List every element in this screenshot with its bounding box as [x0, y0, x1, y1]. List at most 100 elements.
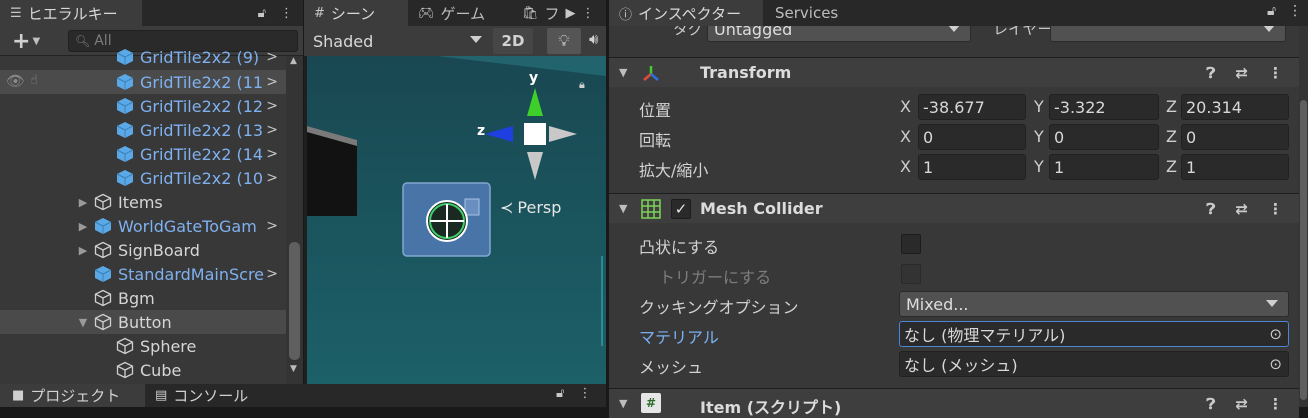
layer-dropdown[interactable] — [1050, 26, 1286, 42]
item-script-header[interactable]: ▼ # Item (スクリプト) ❓︎ ⇄ ⋮ — [609, 388, 1299, 418]
chevron-right-icon[interactable]: > — [266, 49, 278, 65]
tab-asset-store[interactable]: 🛍︎ フ ▶ ⋮ — [512, 0, 606, 26]
collapse-triangle-icon[interactable]: ▼ — [619, 202, 627, 215]
rotation-y-field[interactable]: 0 — [1049, 124, 1159, 150]
tab-console[interactable]: ▤ コンソール — [155, 384, 248, 407]
chevron-right-icon[interactable]: > — [266, 266, 278, 282]
tab-game[interactable]: 🎮︎ ゲーム — [408, 0, 512, 26]
mesh-collider-header[interactable]: ▼ ✓ Mesh Collider ❓︎ ⇄ ⋮ — [609, 193, 1299, 223]
audio-toggle-icon[interactable]: 🔊︎ — [589, 30, 598, 48]
list-item[interactable]: ▶ WorldGateToGam > — [0, 214, 286, 238]
object-picker-icon[interactable]: ⊙ — [1269, 325, 1282, 343]
list-item[interactable]: Cube — [0, 358, 286, 382]
scale-y-field[interactable]: 1 — [1049, 154, 1159, 180]
2d-toggle-button[interactable]: 2D — [493, 28, 533, 54]
mesh-object-field[interactable]: なし (メッシュ) ⊙ — [899, 351, 1289, 377]
tab-scene[interactable]: # シーン — [304, 0, 408, 26]
tab-project[interactable]: ■ プロジェクト — [0, 384, 145, 407]
tag-dropdown[interactable]: Untagged — [707, 26, 971, 42]
chevron-right-icon[interactable]: > — [266, 170, 278, 186]
pickable-hand-icon[interactable]: ☝︎ — [30, 73, 38, 88]
list-item[interactable]: GridTile2x2 (14 > — [0, 142, 286, 166]
visibility-eye-icon[interactable]: 👁︎ — [6, 72, 25, 90]
transform-header-icons: ❓︎ ⇄ ⋮ — [1206, 64, 1283, 82]
lightbulb-icon: 💡︎ — [558, 31, 570, 50]
lock-icon[interactable]: 🔓︎ — [556, 386, 564, 401]
list-item[interactable]: 👁︎ ☝︎ GridTile2x2 (11 > — [0, 70, 286, 94]
chevron-right-icon[interactable]: > — [266, 146, 278, 162]
mesh-collider-enabled-checkbox[interactable]: ✓ — [671, 199, 691, 219]
expand-triangle-icon[interactable]: ▶ — [76, 196, 90, 209]
list-item[interactable]: GridTile2x2 (10 > — [0, 166, 286, 190]
inspector-tab-controls: 🔓︎ ⋮ — [1267, 3, 1302, 19]
material-object-field[interactable]: なし (物理マテリアル) ⊙ — [899, 321, 1289, 347]
perspective-toggle[interactable]: ≺ Persp — [500, 198, 561, 217]
position-z-field[interactable]: 20.314 — [1181, 94, 1289, 120]
more-menu-icon[interactable]: ⋮ — [582, 6, 595, 21]
item-script-header-icons: ❓︎ ⇄ ⋮ — [1206, 395, 1283, 413]
list-item[interactable]: Sphere — [0, 334, 286, 358]
transform-header[interactable]: ▼ Transform ❓︎ ⇄ ⋮ — [609, 57, 1299, 87]
list-item[interactable]: GridTile2x2 (12 > — [0, 94, 286, 118]
help-icon[interactable]: ❓︎ — [1206, 200, 1215, 218]
preset-sliders-icon[interactable]: ⇄ — [1235, 64, 1248, 82]
position-x-field[interactable]: -38.677 — [918, 94, 1026, 120]
tab-hierarchy[interactable]: ☰ ヒエラルキー — [0, 0, 142, 26]
scale-x-field[interactable]: 1 — [918, 154, 1026, 180]
list-item[interactable]: ▼ Button — [0, 310, 286, 334]
list-item[interactable]: Bgm — [0, 286, 286, 310]
list-item[interactable]: ▶ Items — [0, 190, 286, 214]
more-menu-icon[interactable]: ⋮ — [1288, 3, 1302, 19]
mesh-label: メッシュ — [639, 358, 704, 377]
more-menu-icon[interactable]: ⋮ — [1268, 64, 1283, 82]
shading-mode-dropdown[interactable]: Shaded — [304, 26, 486, 56]
chevron-right-icon[interactable]: > — [266, 98, 278, 114]
chevron-right-icon[interactable]: > — [266, 122, 278, 138]
convex-checkbox[interactable] — [901, 234, 921, 254]
scrollbar-thumb[interactable] — [1300, 100, 1307, 400]
chevron-right-icon[interactable]: > — [266, 218, 278, 234]
chevron-right-icon[interactable]: > — [266, 74, 278, 90]
lock-icon[interactable]: 🔓︎ — [1267, 3, 1276, 19]
hierarchy-scrollbar[interactable]: ▲ ▼ — [286, 56, 303, 384]
inspector-scrollbar[interactable] — [1299, 26, 1308, 407]
position-z-axis: Z — [1166, 97, 1177, 116]
more-menu-icon[interactable]: ⋮ — [1268, 395, 1283, 413]
rotation-z-field[interactable]: 0 — [1181, 124, 1289, 150]
tab-services[interactable]: Services — [765, 0, 875, 26]
scale-y-axis: Y — [1034, 157, 1044, 176]
tab-inspector[interactable]: ⓘ インスペクター — [609, 0, 763, 26]
scale-z-field[interactable]: 1 — [1181, 154, 1289, 180]
rotation-x-field[interactable]: 0 — [918, 124, 1026, 150]
preset-sliders-icon[interactable]: ⇄ — [1235, 200, 1248, 218]
scene-viewport[interactable]: y z 🔒︎ ≺ Persp — [307, 56, 606, 384]
position-y-field[interactable]: -3.322 — [1049, 94, 1159, 120]
lighting-toggle-button[interactable]: 💡︎ — [547, 28, 581, 54]
help-icon[interactable]: ❓︎ — [1206, 395, 1215, 413]
collapse-triangle-icon[interactable]: ▼ — [619, 397, 627, 410]
object-picker-icon[interactable]: ⊙ — [1269, 355, 1282, 373]
scrollbar-thumb[interactable] — [289, 242, 300, 360]
scroll-up-icon[interactable]: ▲ — [290, 56, 297, 66]
scroll-down-icon[interactable]: ▼ — [290, 364, 297, 374]
help-icon[interactable]: ❓︎ — [1206, 64, 1215, 82]
gameobject-cube-icon — [94, 193, 112, 211]
console-icon: ▤ — [155, 388, 168, 403]
more-menu-icon[interactable]: ⋮ — [578, 386, 591, 401]
list-item[interactable]: StandardMainScre > — [0, 262, 286, 286]
list-item[interactable]: ▶ SignBoard — [0, 238, 286, 262]
list-item[interactable]: GridTile2x2 (9) > — [0, 46, 286, 68]
more-menu-icon[interactable]: ⋮ — [280, 6, 293, 21]
cooking-options-dropdown[interactable]: Mixed... — [899, 291, 1289, 317]
more-menu-icon[interactable]: ⋮ — [1268, 200, 1283, 218]
collapse-triangle-icon[interactable]: ▼ — [76, 316, 90, 329]
gizmo-lock-icon[interactable]: 🔒︎ — [579, 78, 585, 92]
expand-triangle-icon[interactable]: ▶ — [76, 244, 90, 257]
expand-triangle-icon[interactable]: ▶ — [76, 220, 90, 233]
preset-sliders-icon[interactable]: ⇄ — [1235, 395, 1248, 413]
lock-icon[interactable]: 🔓︎ — [258, 6, 266, 21]
play-arrow-icon[interactable]: ▶ — [566, 6, 576, 21]
gameobject-cube-icon — [94, 313, 112, 331]
collapse-triangle-icon[interactable]: ▼ — [619, 66, 627, 79]
list-item[interactable]: GridTile2x2 (13 > — [0, 118, 286, 142]
